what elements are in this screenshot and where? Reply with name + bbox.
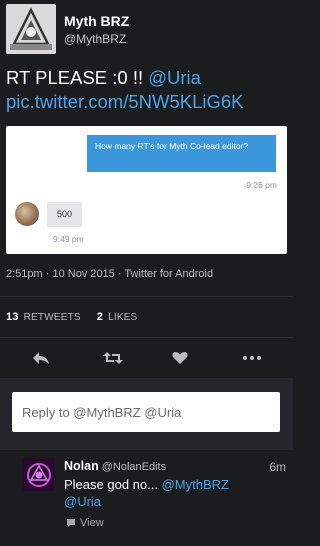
mention-link[interactable]: @Uria <box>148 67 201 88</box>
divider <box>0 337 293 338</box>
mention-link[interactable]: @Uria <box>64 494 101 509</box>
more-icon[interactable] <box>240 346 264 370</box>
media-link[interactable]: pic.twitter.com/5NW5KLiG6K <box>6 91 244 112</box>
outgoing-message-bubble: How many RT's for Myth Co-lead editor? <box>87 135 276 172</box>
tweet-header: Myth BRZ @MythBRZ <box>6 4 287 56</box>
view-conversation-button[interactable]: View <box>66 517 104 529</box>
reply-tweet[interactable]: Nolan @NolanEdits 6m Please god no... @My… <box>0 450 293 546</box>
tweet-text: RT PLEASE :0 !! @Uria pic.twitter.com/5N… <box>6 66 290 114</box>
reply-display-name: Nolan <box>64 459 99 473</box>
chat-bubble-icon <box>67 519 75 527</box>
author-display-name[interactable]: Myth BRZ <box>64 13 129 29</box>
reply-time: 6m <box>269 460 286 474</box>
retweets-label: RETWEETS <box>23 312 81 323</box>
chat-avatar <box>15 202 39 226</box>
mention-link[interactable]: @MythBRZ <box>162 477 229 492</box>
avatar[interactable] <box>6 4 56 54</box>
likes-count: 2 <box>96 311 104 323</box>
view-label: View <box>80 517 104 529</box>
reply-handle: @NolanEdits <box>101 461 167 473</box>
tweet-stats: 13 RETWEETS 2 LIKES <box>6 311 137 323</box>
retweet-icon[interactable] <box>101 346 125 370</box>
reply-body-text: Please god no... <box>64 477 162 492</box>
tweet-timestamp: 2:51pm · 10 Nov 2015 · Twitter for Andro… <box>6 268 214 280</box>
author-handle[interactable]: @MythBRZ <box>64 32 126 46</box>
reply-input[interactable] <box>12 392 280 432</box>
divider <box>0 296 293 297</box>
reply-compose-area <box>0 378 293 450</box>
heart-icon[interactable] <box>168 346 192 370</box>
retweets-stat[interactable]: 13 RETWEETS <box>6 311 81 323</box>
reply-author[interactable]: Nolan @NolanEdits <box>64 459 166 473</box>
likes-stat[interactable]: 2 LIKES <box>96 311 138 323</box>
reply-text: Please god no... @MythBRZ @Uria <box>64 476 279 510</box>
avatar[interactable] <box>22 458 55 491</box>
outgoing-message-time: 9:26 pm <box>246 180 277 190</box>
tweet-actions <box>0 342 293 372</box>
likes-label: LIKES <box>108 312 138 323</box>
incoming-message-bubble: 500 <box>47 202 82 227</box>
tweet-body-text: RT PLEASE :0 !! <box>6 67 149 88</box>
incoming-message-time: 9:49 pm <box>53 234 84 244</box>
tweet-media-image[interactable]: How many RT's for Myth Co-lead editor? 9… <box>6 126 287 254</box>
reply-icon[interactable] <box>29 346 53 370</box>
retweets-count: 13 <box>6 311 19 323</box>
